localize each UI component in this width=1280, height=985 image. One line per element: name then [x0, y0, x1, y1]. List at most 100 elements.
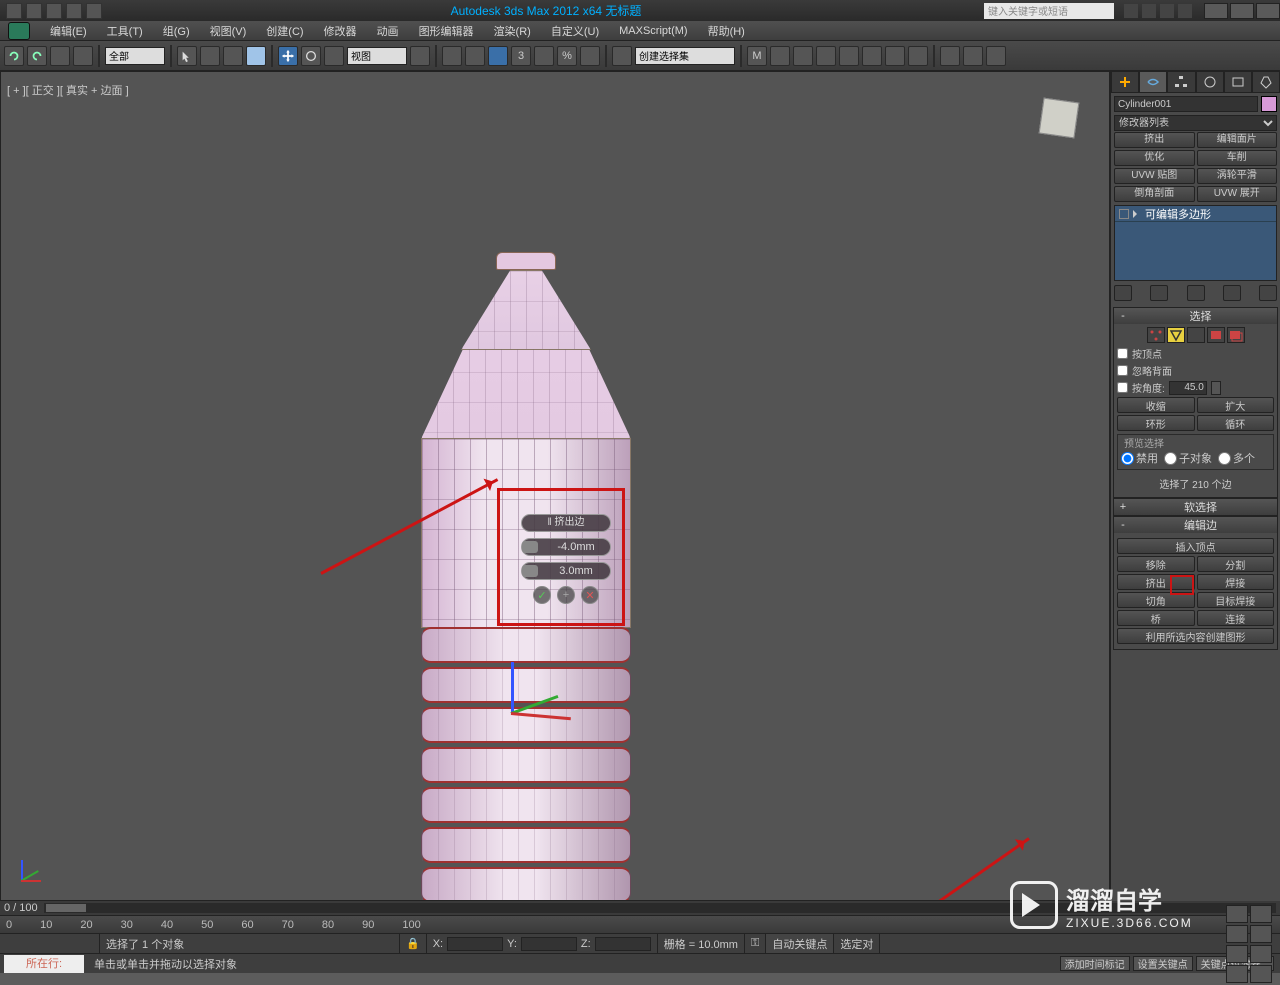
preset-btn[interactable]: UVW 贴图 [1114, 168, 1195, 184]
caddy-apply-button[interactable]: + [557, 586, 575, 604]
element-mode-button[interactable] [1227, 327, 1245, 343]
lock-icon[interactable]: 🔒 [400, 934, 427, 953]
menu-group[interactable]: 组(G) [153, 21, 200, 41]
menu-views[interactable]: 视图(V) [200, 21, 257, 41]
orbit-button[interactable] [1250, 945, 1272, 963]
make-unique-button[interactable] [1187, 285, 1205, 301]
viewport[interactable]: [ + ][ 正交 ][ 真实 + 边面 ] ‖ 挤出边 -4.0mm 3.0m… [0, 71, 1110, 901]
unlink-button[interactable] [73, 46, 93, 66]
select-button[interactable] [177, 46, 197, 66]
target-weld-button[interactable]: 目标焊接 [1197, 592, 1275, 608]
modify-tab[interactable] [1139, 71, 1167, 93]
minimize-button[interactable] [1204, 3, 1228, 19]
mirror-button[interactable]: M [747, 46, 767, 66]
close-button[interactable] [1256, 3, 1280, 19]
vertex-mode-button[interactable] [1147, 327, 1165, 343]
align-button[interactable] [770, 46, 790, 66]
menu-modifiers[interactable]: 修改器 [314, 21, 367, 41]
ignore-backfacing-checkbox[interactable] [1117, 365, 1128, 376]
maximize-button[interactable] [1230, 3, 1254, 19]
maximize-viewport-button[interactable] [1226, 965, 1248, 983]
viewcube[interactable] [1029, 92, 1089, 142]
rotate-button[interactable] [301, 46, 321, 66]
axis-z-icon[interactable] [511, 662, 514, 712]
menu-create[interactable]: 创建(C) [256, 21, 313, 41]
add-time-tag-button[interactable]: 添加时间标记 [1060, 956, 1130, 971]
slider-thumb[interactable] [46, 904, 86, 912]
rendered-frame-button[interactable] [908, 46, 928, 66]
preset-btn[interactable]: 涡轮平滑 [1197, 168, 1278, 184]
edged-button[interactable] [580, 46, 600, 66]
autokey-button[interactable]: 自动关键点 [772, 936, 827, 952]
remove-mod-button[interactable] [1223, 285, 1241, 301]
preset-btn[interactable]: 挤出 [1114, 132, 1195, 148]
modifier-list-dropdown[interactable]: 修改器列表 [1114, 115, 1277, 131]
binoculars-icon[interactable] [1124, 4, 1138, 18]
angle-snap-button[interactable]: 3 [511, 46, 531, 66]
split-button[interactable]: 分割 [1197, 556, 1275, 572]
insert-vertex-button[interactable]: 插入顶点 [1117, 538, 1274, 554]
redo-button[interactable] [27, 46, 47, 66]
stack-item[interactable]: 可编辑多边形 [1115, 206, 1276, 222]
edge-mode-button[interactable] [1167, 327, 1185, 343]
open-icon[interactable] [26, 3, 42, 19]
undo-icon[interactable] [66, 3, 82, 19]
expand-icon[interactable] [1133, 210, 1141, 218]
grow-button[interactable]: 扩大 [1197, 397, 1275, 413]
help-search-input[interactable]: 键入关键字或短语 [984, 3, 1114, 19]
named-selection-dropdown[interactable]: 创建选择集 [635, 47, 735, 65]
preset-btn[interactable]: 优化 [1114, 150, 1195, 166]
border-mode-button[interactable] [1187, 327, 1205, 343]
caddy-height-spinner[interactable]: -4.0mm [521, 538, 611, 556]
window-crossing-button[interactable] [246, 46, 266, 66]
weld-button[interactable]: 焊接 [1197, 574, 1275, 590]
display-tab[interactable] [1224, 71, 1252, 93]
y-input[interactable] [521, 937, 577, 951]
undo-button[interactable] [4, 46, 24, 66]
selection-filter-dropdown[interactable]: 全部 [105, 47, 165, 65]
caddy-ok-button[interactable]: ✓ [533, 586, 551, 604]
z-input[interactable] [595, 937, 651, 951]
layers-button[interactable] [793, 46, 813, 66]
menu-maxscript[interactable]: MAXScript(M) [609, 23, 697, 39]
spinner-snap-button[interactable]: % [557, 46, 577, 66]
caddy-title[interactable]: ‖ 挤出边 [521, 514, 611, 532]
select-by-name-button[interactable] [200, 46, 220, 66]
preview-multi-radio[interactable] [1218, 452, 1231, 465]
viewport-label[interactable]: [ + ][ 正交 ][ 真实 + 边面 ] [7, 82, 129, 98]
snaps-toggle-button[interactable] [488, 46, 508, 66]
object-color-swatch[interactable] [1261, 96, 1277, 112]
hierarchy-tab[interactable] [1167, 71, 1195, 93]
help-icon[interactable] [1178, 4, 1192, 18]
menu-help[interactable]: 帮助(H) [698, 21, 755, 41]
menu-rendering[interactable]: 渲染(R) [484, 21, 541, 41]
modifier-stack[interactable]: 可编辑多边形 [1114, 205, 1277, 281]
ref-coord-dropdown[interactable]: 视图 [347, 47, 407, 65]
rollout-header[interactable]: -编辑边 [1114, 517, 1277, 533]
percent-snap-button[interactable] [534, 46, 554, 66]
configure-button[interactable] [1259, 285, 1277, 301]
menu-grapheditors[interactable]: 图形编辑器 [409, 21, 484, 41]
x-input[interactable] [447, 937, 503, 951]
menu-animation[interactable]: 动画 [367, 21, 409, 41]
named-button[interactable] [612, 46, 632, 66]
tool-icon[interactable] [1142, 4, 1156, 18]
preview-off-radio[interactable] [1121, 452, 1134, 465]
by-vertex-checkbox[interactable] [1117, 348, 1128, 359]
create-shape-button[interactable]: 利用所选内容创建图形 [1117, 628, 1274, 644]
menu-edit[interactable]: 编辑(E) [40, 21, 97, 41]
polygon-mode-button[interactable] [1207, 327, 1225, 343]
pin-stack-button[interactable] [1114, 285, 1132, 301]
rollout-header[interactable]: -选择 [1114, 308, 1277, 324]
extrude-button[interactable]: 挤出 [1117, 574, 1195, 590]
material-editor-button[interactable] [862, 46, 882, 66]
scale-button[interactable] [324, 46, 344, 66]
loop-button[interactable]: 循环 [1197, 415, 1275, 431]
caddy-cancel-button[interactable]: ✕ [581, 586, 599, 604]
utilities-tab[interactable] [1252, 71, 1280, 93]
preset-btn[interactable]: 倒角剖面 [1114, 186, 1195, 202]
keyboard-shortcut-icon[interactable] [465, 46, 485, 66]
manip-button[interactable] [442, 46, 462, 66]
preset-btn[interactable]: 车削 [1197, 150, 1278, 166]
by-angle-checkbox[interactable] [1117, 382, 1128, 393]
